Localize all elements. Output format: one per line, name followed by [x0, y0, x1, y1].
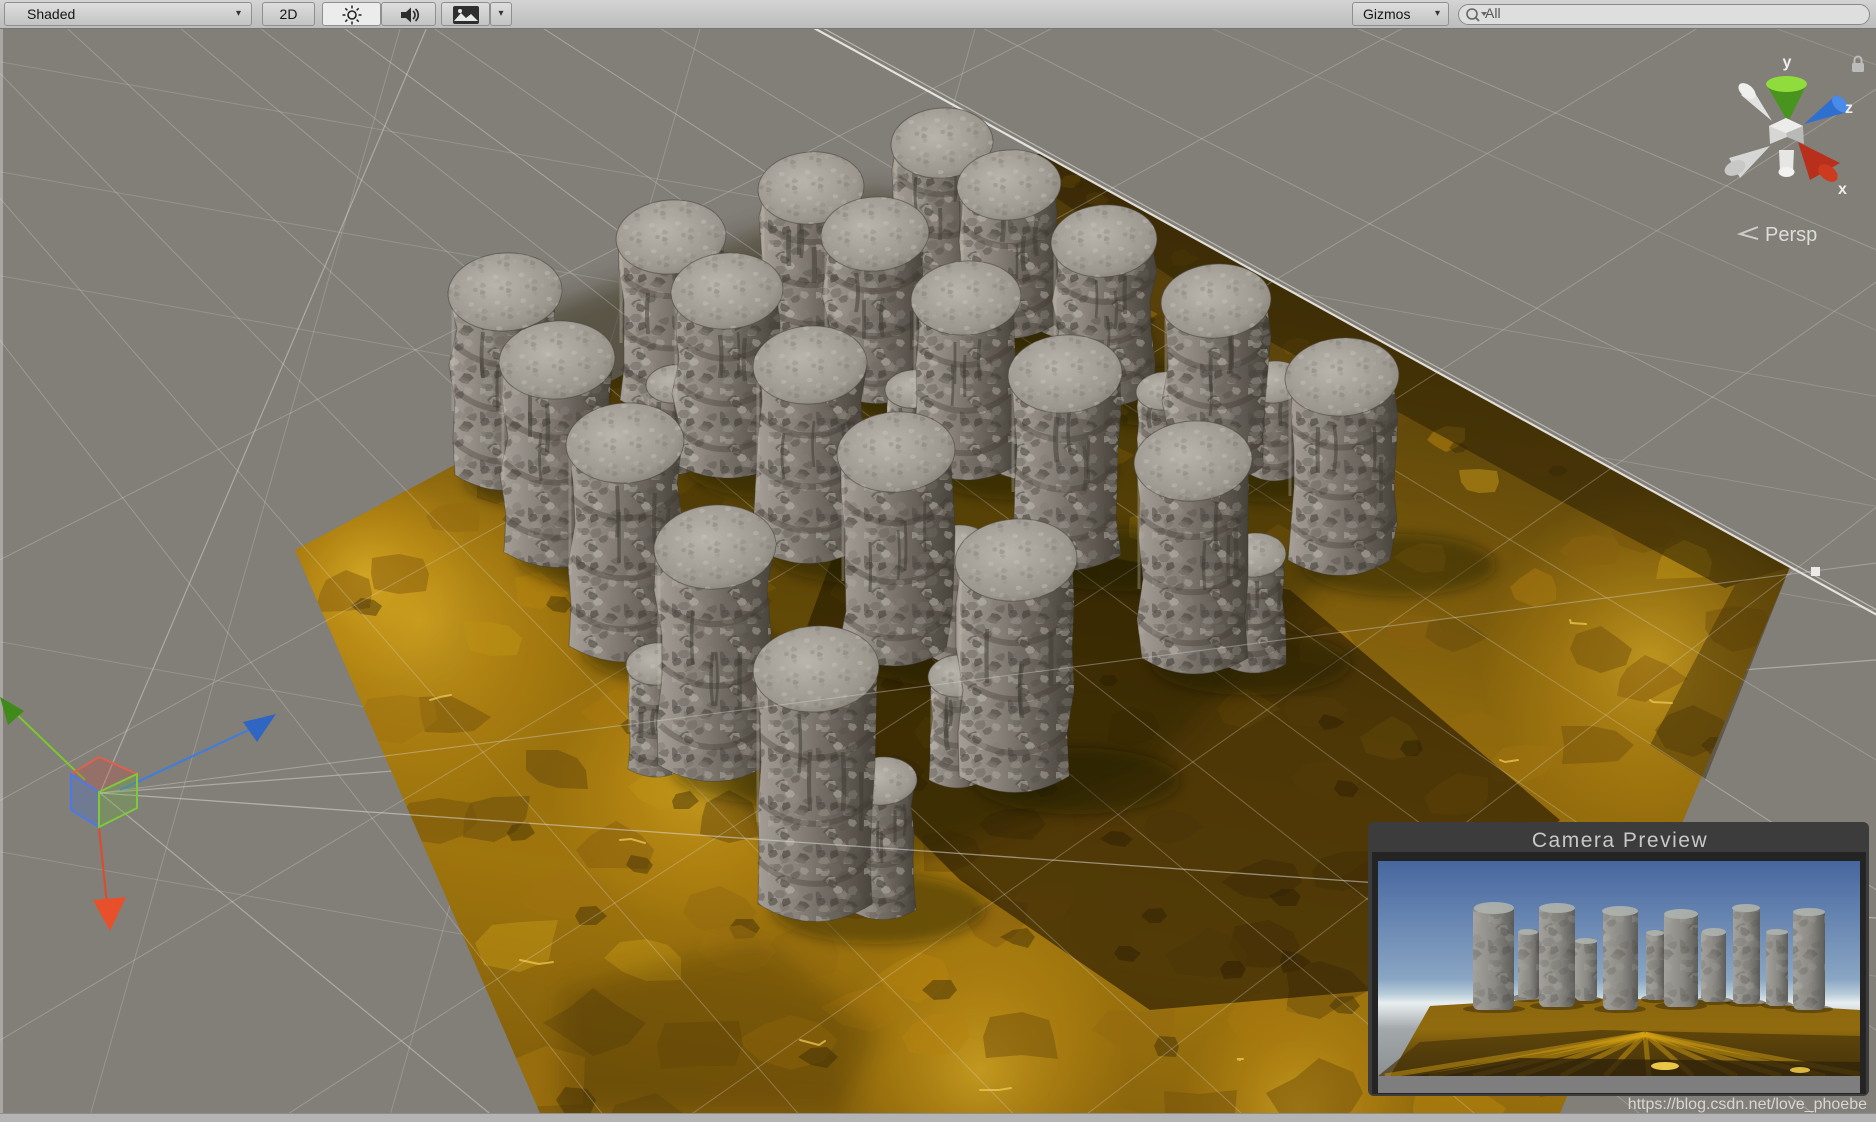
svg-text:x: x — [1838, 181, 1847, 198]
svg-text:https://blog.csdn.net/love_pho: https://blog.csdn.net/love_phoebe — [1628, 1096, 1867, 1113]
svg-text:Persp: Persp — [1765, 224, 1817, 246]
svg-text:z: z — [1845, 100, 1853, 117]
svg-text:y: y — [1783, 54, 1792, 71]
svg-text:Camera Preview: Camera Preview — [1532, 829, 1708, 852]
